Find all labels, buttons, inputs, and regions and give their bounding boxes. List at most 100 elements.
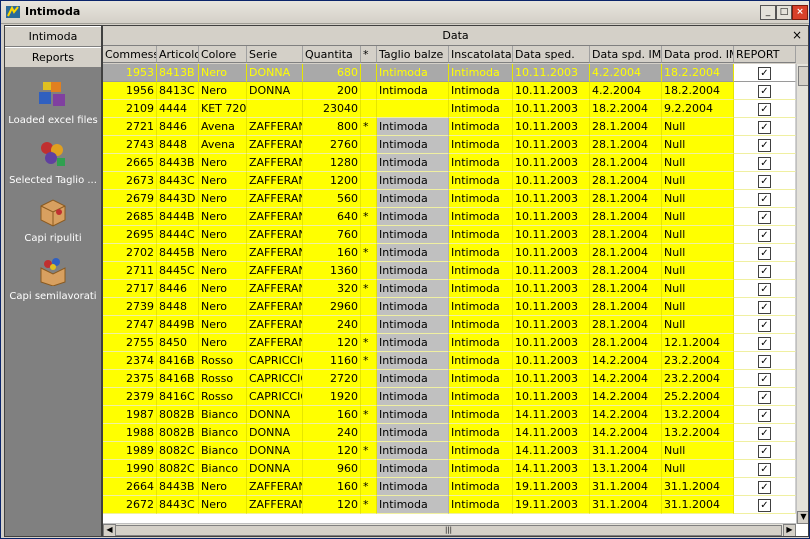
cell-articolo[interactable]: 8082C [157, 460, 199, 478]
cell-commessa[interactable]: 2755 [103, 334, 157, 352]
cell-colore[interactable]: Rosso [199, 370, 247, 388]
cell-data-sped[interactable]: 10.11.2003 [513, 244, 590, 262]
report-checkbox-cell[interactable]: ✓ [734, 82, 796, 100]
cell-serie[interactable]: ZAFFERAN [247, 118, 303, 136]
cell-inscatolata[interactable]: Intimoda [449, 316, 513, 334]
cell-data-prod-im[interactable]: 31.1.2004 [662, 496, 734, 514]
table-row[interactable]: 2717 8446 Nero ZAFFERAN 320 * Intimoda Intimoda… [103, 280, 796, 298]
report-checkbox-cell[interactable]: ✓ [734, 262, 796, 280]
cell-data-sped[interactable]: 10.11.2003 [513, 190, 590, 208]
cell-colore[interactable]: Nero [199, 82, 247, 100]
cell-serie[interactable]: ZAFFERAN [247, 226, 303, 244]
cell-colore[interactable]: Nero [199, 64, 247, 82]
cell-star[interactable]: * [361, 244, 377, 262]
vertical-scroll-thumb[interactable] [798, 66, 808, 86]
cell-commessa[interactable]: 2685 [103, 208, 157, 226]
table-row[interactable]: 2374 8416B Rosso CAPRICCIO 1160 * Intimoda Inti… [103, 352, 796, 370]
report-checkbox-cell[interactable]: ✓ [734, 442, 796, 460]
column-header-taglio-balze[interactable]: Taglio balze [377, 46, 449, 63]
report-checkbox-cell[interactable]: ✓ [734, 334, 796, 352]
cell-quantita[interactable]: 240 [303, 424, 361, 442]
cell-colore[interactable]: Nero [199, 280, 247, 298]
cell-data-prod-im[interactable]: Null [662, 172, 734, 190]
cell-inscatolata[interactable]: Intimoda [449, 280, 513, 298]
cell-data-prod-im[interactable]: 13.2.2004 [662, 424, 734, 442]
report-checkbox[interactable]: ✓ [758, 373, 771, 386]
cell-star[interactable]: * [361, 496, 377, 514]
table-row[interactable]: 2743 8448 Avena ZAFFERAN 2760 Intimoda Intimod… [103, 136, 796, 154]
cell-star[interactable] [361, 100, 377, 118]
table-row[interactable]: 2747 8449B Nero ZAFFERAN 240 Intimoda Intimoda… [103, 316, 796, 334]
cell-data-sped[interactable]: 19.11.2003 [513, 496, 590, 514]
cell-star[interactable] [361, 226, 377, 244]
sidebar-item-capi-ripuliti[interactable]: Capi ripuliti [5, 196, 101, 244]
report-checkbox[interactable]: ✓ [758, 301, 771, 314]
cell-inscatolata[interactable]: Intimoda [449, 190, 513, 208]
table-row[interactable]: 1989 8082C Bianco DONNA 120 * Intimoda Intimoda… [103, 442, 796, 460]
cell-inscatolata[interactable]: Intimoda [449, 424, 513, 442]
cell-inscatolata[interactable]: Intimoda [449, 370, 513, 388]
cell-serie[interactable]: ZAFFERAN [247, 208, 303, 226]
report-checkbox[interactable]: ✓ [758, 211, 771, 224]
report-checkbox[interactable]: ✓ [758, 265, 771, 278]
scroll-down-arrow-icon[interactable]: ▼ [797, 511, 808, 524]
cell-articolo[interactable]: 8443B [157, 478, 199, 496]
cell-colore[interactable]: Avena [199, 136, 247, 154]
column-header-articolo[interactable]: Articolo [157, 46, 199, 63]
cell-taglio-balze[interactable]: Intimoda [377, 370, 449, 388]
cell-star[interactable]: * [361, 406, 377, 424]
cell-inscatolata[interactable]: Intimoda [449, 334, 513, 352]
cell-taglio-balze[interactable]: Intimoda [377, 190, 449, 208]
table-row[interactable]: 2755 8450 Nero ZAFFERAN 120 * Intimoda Intimoda… [103, 334, 796, 352]
cell-colore[interactable]: Rosso [199, 388, 247, 406]
report-checkbox[interactable]: ✓ [758, 121, 771, 134]
cell-data-sped[interactable]: 10.11.2003 [513, 136, 590, 154]
cell-colore[interactable]: Nero [199, 262, 247, 280]
cell-colore[interactable]: Nero [199, 316, 247, 334]
cell-commessa[interactable]: 2711 [103, 262, 157, 280]
cell-inscatolata[interactable]: Intimoda [449, 388, 513, 406]
cell-serie[interactable]: ZAFFERAN [247, 154, 303, 172]
sidebar-item-loaded-excel-files[interactable]: Loaded excel files [5, 78, 101, 126]
report-checkbox[interactable]: ✓ [758, 175, 771, 188]
cell-data-spd-im[interactable]: 28.1.2004 [590, 118, 662, 136]
cell-data-prod-im[interactable]: 23.2.2004 [662, 352, 734, 370]
cell-quantita[interactable]: 960 [303, 460, 361, 478]
cell-taglio-balze[interactable]: Intimoda [377, 298, 449, 316]
table-row[interactable]: 2375 8416B Rosso CAPRICCIO 2720 Intimoda Intim… [103, 370, 796, 388]
cell-data-prod-im[interactable]: Null [662, 190, 734, 208]
cell-data-prod-im[interactable]: 31.1.2004 [662, 478, 734, 496]
cell-quantita[interactable]: 320 [303, 280, 361, 298]
cell-taglio-balze[interactable]: Intimoda [377, 136, 449, 154]
cell-serie[interactable]: ZAFFERAN [247, 280, 303, 298]
cell-data-spd-im[interactable]: 28.1.2004 [590, 190, 662, 208]
cell-serie[interactable]: DONNA [247, 82, 303, 100]
cell-data-prod-im[interactable]: Null [662, 316, 734, 334]
report-checkbox[interactable]: ✓ [758, 319, 771, 332]
table-row[interactable]: 1956 8413C Nero DONNA 200 Intimoda Intimoda 10.… [103, 82, 796, 100]
cell-data-sped[interactable]: 10.11.2003 [513, 334, 590, 352]
column-header-data-sped[interactable]: Data sped. [513, 46, 590, 63]
table-row[interactable]: 2665 8443B Nero ZAFFERAN 1280 Intimoda Intimod… [103, 154, 796, 172]
cell-quantita[interactable]: 560 [303, 190, 361, 208]
cell-data-sped[interactable]: 10.11.2003 [513, 298, 590, 316]
report-checkbox[interactable]: ✓ [758, 229, 771, 242]
cell-commessa[interactable]: 1990 [103, 460, 157, 478]
cell-data-prod-im[interactable]: 12.1.2004 [662, 334, 734, 352]
cell-colore[interactable]: Nero [199, 190, 247, 208]
cell-quantita[interactable]: 160 [303, 244, 361, 262]
cell-data-sped[interactable]: 14.11.2003 [513, 442, 590, 460]
table-row[interactable]: 2739 8448 Nero ZAFFERAN 2960 Intimoda Intimoda… [103, 298, 796, 316]
cell-data-prod-im[interactable]: Null [662, 154, 734, 172]
cell-quantita[interactable]: 800 [303, 118, 361, 136]
cell-taglio-balze[interactable]: Intimoda [377, 280, 449, 298]
cell-commessa[interactable]: 2721 [103, 118, 157, 136]
cell-serie[interactable]: DONNA [247, 460, 303, 478]
cell-articolo[interactable]: 8082B [157, 424, 199, 442]
cell-taglio-balze[interactable]: Intimoda [377, 262, 449, 280]
cell-colore[interactable]: Avena [199, 118, 247, 136]
cell-articolo[interactable]: 8446 [157, 280, 199, 298]
cell-serie[interactable]: DONNA [247, 424, 303, 442]
report-checkbox-cell[interactable]: ✓ [734, 424, 796, 442]
cell-colore[interactable]: Bianco [199, 460, 247, 478]
